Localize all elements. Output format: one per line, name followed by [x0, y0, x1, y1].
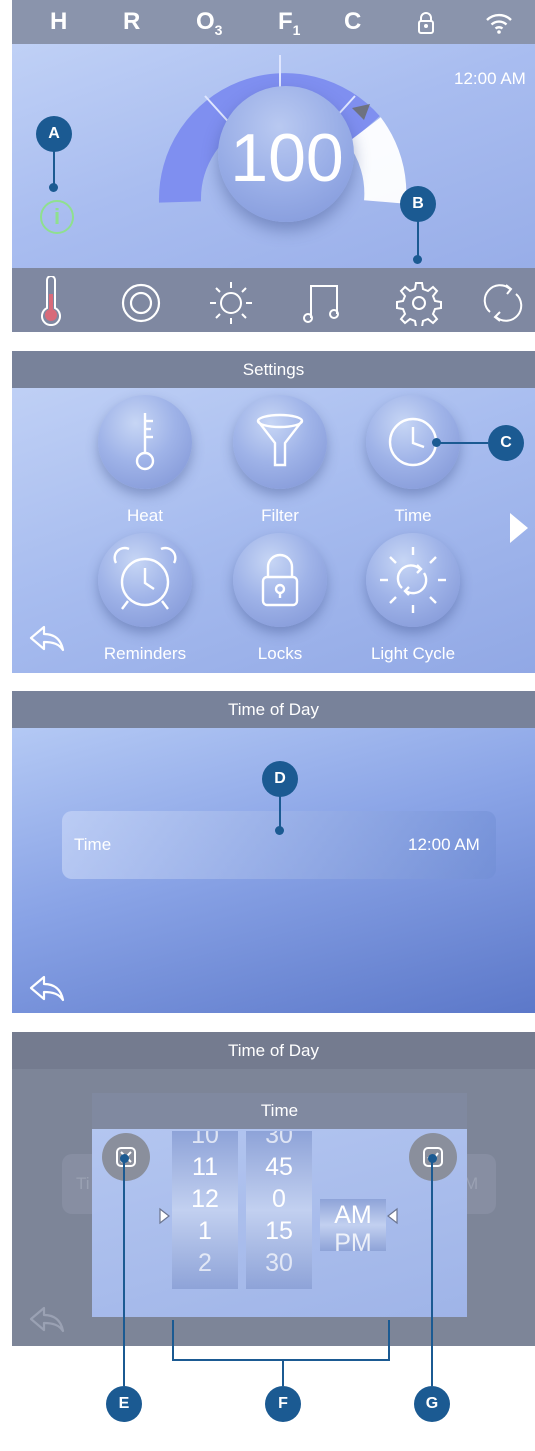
callout-b: B — [400, 186, 436, 222]
back-arrow-icon-dimmed — [29, 1306, 65, 1333]
lock-icon — [261, 553, 299, 607]
time-of-day-title-dim: Time of Day — [12, 1032, 535, 1069]
wifi-icon — [486, 13, 512, 34]
status-heat: H — [50, 8, 68, 35]
callout-e: E — [106, 1386, 142, 1422]
hour-option[interactable]: 1 — [172, 1215, 238, 1247]
callout-b-dot — [413, 255, 422, 264]
hour-option-selected[interactable]: 12 — [172, 1183, 238, 1215]
time-row-label: Time — [74, 835, 112, 854]
hour-option[interactable]: 2 — [172, 1247, 238, 1279]
thermometer-icon[interactable] — [38, 276, 64, 326]
alarm-clock-icon — [113, 546, 177, 610]
callout-d: D — [262, 761, 298, 797]
light-cycle-icon — [380, 547, 446, 613]
refresh-icon[interactable] — [482, 282, 524, 324]
callout-f-line — [282, 1360, 284, 1386]
selection-left-arrow-icon — [159, 1207, 170, 1225]
time-row-value: 12:00 AM — [408, 835, 480, 854]
callout-f-left-line — [172, 1320, 174, 1360]
music-icon[interactable] — [302, 280, 344, 326]
time-dialog-title: Time — [92, 1093, 467, 1129]
heat-key-icon — [135, 413, 155, 471]
callout-d-line — [279, 795, 281, 829]
callout-a-dot — [49, 183, 58, 192]
callout-b-line — [417, 220, 419, 258]
settings-title: Settings — [12, 351, 535, 388]
bottom-nav — [12, 268, 535, 332]
main-screen: H R O3 F1 C 12:00 AM 100 i — [12, 0, 535, 332]
locks-button[interactable] — [233, 533, 327, 627]
time-picker-screen: Time of Day Ti M Time 10 11 12 1 2 30 45… — [12, 1032, 535, 1346]
locks-label: Locks — [257, 644, 303, 663]
selection-right-arrow-icon — [387, 1207, 398, 1225]
light-cycle-button[interactable] — [366, 533, 460, 627]
time-of-day-screen: Time of Day Time 12:00 AM — [12, 691, 535, 1013]
callout-d-dot — [275, 826, 284, 835]
ampm-option[interactable]: PM — [320, 1227, 386, 1251]
time-dialog: Time 10 11 12 1 2 30 45 0 15 30 AM PM — [92, 1093, 467, 1317]
ampm-wheel[interactable]: AM PM — [320, 1199, 386, 1251]
filter-funnel-icon — [256, 413, 304, 467]
hour-wheel[interactable]: 10 11 12 1 2 — [172, 1131, 238, 1289]
hour-option[interactable]: 10 — [172, 1131, 238, 1151]
info-button[interactable]: i — [40, 200, 74, 234]
filter-button[interactable] — [233, 395, 327, 489]
filter-label: Filter — [261, 506, 299, 525]
reminders-button[interactable] — [98, 533, 192, 627]
status-ozone: O3 — [196, 8, 223, 38]
temperature-value: 100 — [230, 120, 344, 196]
info-icon: i — [53, 204, 61, 229]
callout-g: G — [414, 1386, 450, 1422]
gear-icon[interactable] — [396, 280, 442, 326]
light-cycle-label: Light Cycle — [370, 644, 456, 663]
back-arrow-icon[interactable] — [28, 623, 66, 653]
status-r: R — [123, 8, 141, 35]
reminders-label: Reminders — [103, 644, 187, 663]
time-row-dimmed-label: Ti — [76, 1174, 90, 1193]
minute-wheel[interactable]: 30 45 0 15 30 — [246, 1131, 312, 1289]
callout-f-right-line — [388, 1320, 390, 1360]
minute-option[interactable]: 30 — [246, 1247, 312, 1279]
heat-label: Heat — [127, 506, 163, 525]
back-arrow-icon[interactable] — [28, 973, 66, 1003]
callout-e-line — [123, 1160, 125, 1386]
status-filter: F1 — [278, 8, 301, 38]
time-of-day-title: Time of Day — [12, 691, 535, 728]
callout-g-line — [431, 1160, 433, 1386]
hour-option[interactable]: 11 — [172, 1151, 238, 1183]
settings-screen: Settings Heat Filter Time Reminders Lock… — [12, 351, 535, 673]
callout-f: F — [265, 1386, 301, 1422]
callout-c-line — [440, 442, 488, 444]
minute-option[interactable]: 30 — [246, 1131, 312, 1151]
minute-option[interactable]: 15 — [246, 1215, 312, 1247]
callout-f-bracket — [172, 1359, 390, 1361]
heat-button[interactable] — [98, 395, 192, 489]
jets-icon[interactable] — [120, 282, 162, 324]
callout-c-dot — [432, 438, 441, 447]
clock-readout: 12:00 AM — [454, 69, 526, 88]
status-bar — [12, 0, 535, 44]
callout-a: A — [36, 116, 72, 152]
lock-icon — [418, 12, 434, 34]
status-c: C — [344, 8, 362, 35]
time-label: Time — [394, 506, 432, 525]
callout-c: C — [488, 425, 524, 461]
next-page-arrow-icon[interactable] — [508, 511, 530, 545]
minute-option[interactable]: 45 — [246, 1151, 312, 1183]
callout-a-line — [53, 150, 55, 186]
minute-option-selected[interactable]: 0 — [246, 1183, 312, 1215]
light-icon[interactable] — [208, 280, 254, 326]
